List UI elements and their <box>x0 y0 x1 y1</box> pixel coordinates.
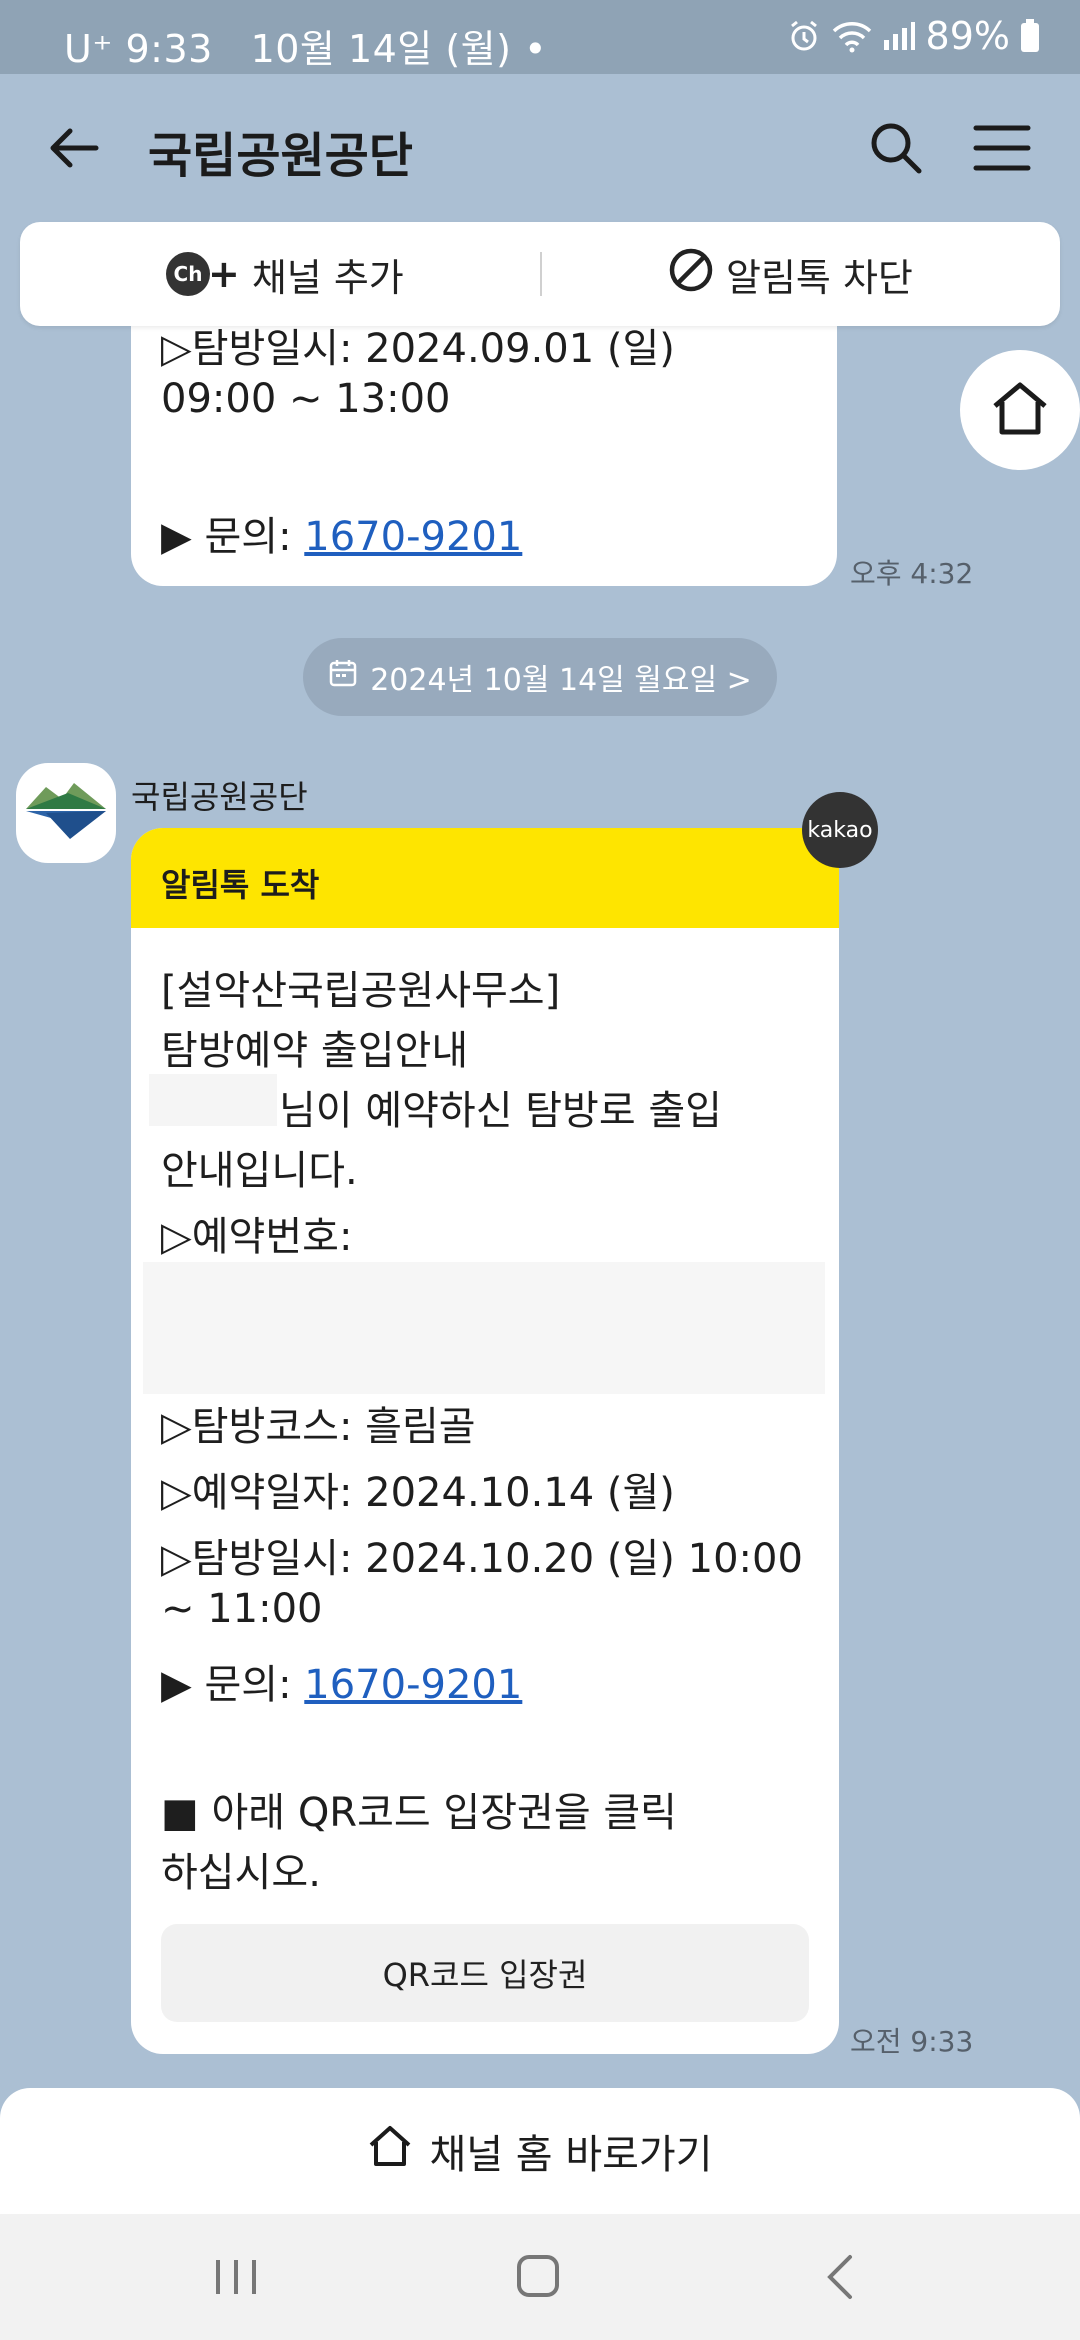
channel-action-bar: Ch + 채널 추가 알림톡 차단 <box>20 222 1060 326</box>
previous-message-bubble: ▷탐방일시: 2024.09.01 (일) 09:00 ~ 13:00 ▶ 문의… <box>131 300 837 586</box>
message-line: 09:00 ~ 13:00 <box>161 376 451 422</box>
inquiry-label: ▶ 문의: <box>161 1662 305 1708</box>
alimtalk-header: 알림톡 도착 <box>131 828 839 928</box>
alimtalk-header-label: 알림톡 도착 <box>161 866 320 904</box>
inquiry-line: ▶ 문의: 1670-9201 <box>161 1652 522 1710</box>
carrier-label: U⁺ <box>64 27 113 71</box>
message-line: ▷예약일자: 2024.10.14 (월) <box>161 1470 675 1516</box>
message-line: [설악산국립공원사무소] <box>161 968 561 1014</box>
alimtalk-message-bubble: 알림톡 도착 [설악산국립공원사무소] 탐방예약 출입안내 님이 예약하신 탐방… <box>131 828 839 2054</box>
message-line: ▷예약번호: <box>161 1214 353 1260</box>
status-left: U⁺ 9:33 10월 14일 (월) • <box>64 18 547 73</box>
alarm-icon <box>786 18 822 54</box>
message-time: 오전 9:33 <box>850 2025 974 2058</box>
signal-icon <box>882 20 916 52</box>
add-channel-button[interactable]: Ch + 채널 추가 <box>166 222 404 326</box>
block-icon <box>668 247 714 302</box>
channel-home-label: 채널 홈 바로가기 <box>429 2132 713 2178</box>
home-icon <box>990 380 1050 440</box>
message-line: ▷탐방일시: 2024.10.20 (일) 10:00 <box>161 1536 803 1582</box>
status-date: 10월 14일 (월) <box>250 27 512 71</box>
date-divider[interactable]: 2024년 10월 14일 월요일 > <box>303 638 777 716</box>
menu-icon[interactable] <box>972 120 1032 176</box>
battery-icon <box>1020 19 1040 53</box>
battery-percent: 89% <box>925 14 1010 58</box>
message-time: 오후 4:32 <box>850 557 974 590</box>
status-dot: • <box>524 27 547 71</box>
home-icon <box>367 2124 413 2178</box>
qr-ticket-button[interactable]: QR코드 입장권 <box>161 1924 809 2022</box>
back-arrow-icon[interactable] <box>44 118 104 178</box>
redacted-reservation-number <box>143 1262 825 1394</box>
home-nav-icon[interactable] <box>508 2252 568 2302</box>
channel-home-button[interactable] <box>960 350 1080 470</box>
plus-icon: + <box>208 252 240 296</box>
inquiry-line: ▶ 문의: 1670-9201 <box>161 504 522 562</box>
status-bar: U⁺ 9:33 10월 14일 (월) • 89% <box>0 0 1080 74</box>
message-line: 님이 예약하신 탐방로 출입 <box>279 1088 722 1134</box>
back-nav-icon[interactable] <box>812 2252 872 2302</box>
message-line: ■ 아래 QR코드 입장권을 클릭 <box>161 1790 677 1836</box>
block-alimtalk-button[interactable]: 알림톡 차단 <box>668 222 913 326</box>
redacted-name <box>149 1074 277 1126</box>
app-header: 국립공원공단 <box>0 74 1080 219</box>
system-navigation-bar <box>0 2214 1080 2340</box>
avatar[interactable] <box>16 763 116 863</box>
page-title: 국립공원공단 <box>148 128 413 184</box>
recent-apps-icon[interactable] <box>206 2252 266 2302</box>
date-divider-label: 2024년 10월 14일 월요일 > <box>370 663 752 698</box>
status-right: 89% <box>786 14 1040 58</box>
kakao-badge: kakao <box>802 792 878 868</box>
knps-logo <box>26 783 106 839</box>
phone-link[interactable]: 1670-9201 <box>304 514 522 560</box>
add-channel-label: 채널 추가 <box>251 255 404 300</box>
message-line: 하십시오. <box>161 1850 321 1896</box>
message-line: ▷탐방코스: 흘림골 <box>161 1404 476 1450</box>
message-line: 안내입니다. <box>161 1148 358 1194</box>
block-alimtalk-label: 알림톡 차단 <box>726 255 913 300</box>
channel-add-icon: Ch <box>166 252 210 296</box>
divider <box>540 252 542 296</box>
wifi-icon <box>832 19 872 53</box>
channel-home-shortcut[interactable]: 채널 홈 바로가기 <box>0 2088 1080 2214</box>
status-time: 9:33 <box>125 27 213 71</box>
inquiry-label: ▶ 문의: <box>161 514 305 560</box>
sender-name: 국립공원공단 <box>131 778 308 816</box>
search-icon[interactable] <box>866 118 926 178</box>
phone-link[interactable]: 1670-9201 <box>304 1662 522 1708</box>
message-line: ~ 11:00 <box>161 1586 323 1632</box>
message-line: 탐방예약 출입안내 <box>161 1028 469 1074</box>
calendar-icon <box>328 658 358 696</box>
